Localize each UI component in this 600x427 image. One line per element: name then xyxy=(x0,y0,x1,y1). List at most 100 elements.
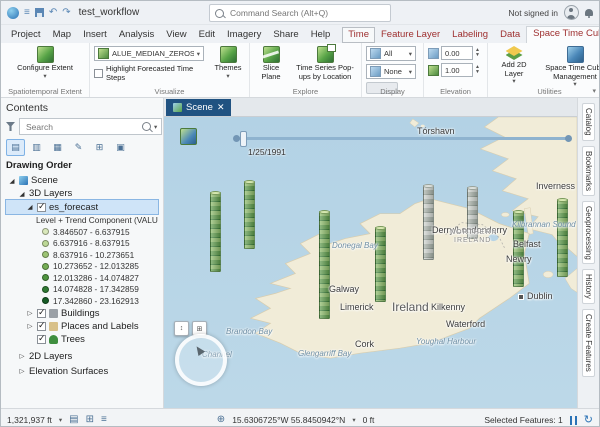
selected-features-count[interactable]: Selected Features: 1 xyxy=(484,415,562,425)
close-icon[interactable]: ✕ xyxy=(217,102,225,113)
expander-icon[interactable]: ◢ xyxy=(26,203,34,211)
variable-dropdown[interactable]: ALUE_MEDIAN_ZEROS ▾ xyxy=(94,46,204,61)
legend-item[interactable]: 6.637916 - 8.637915 xyxy=(6,238,158,250)
map-scale-value[interactable]: 1,321,937 ft xyxy=(7,415,52,425)
panel-tab-catalog[interactable]: Catalog xyxy=(582,103,595,141)
tab-space-time-cube[interactable]: Space Time Cube xyxy=(526,26,599,43)
tree-item-es-forecast[interactable]: ◢ es_forecast xyxy=(5,199,159,215)
spacetime-column[interactable] xyxy=(423,184,434,260)
menu-icon[interactable]: ≡ xyxy=(24,7,30,18)
highlight-forecast-checkbox-row[interactable]: Highlight Forecasted Time Steps xyxy=(94,64,204,82)
highlight-forecast-checkbox[interactable] xyxy=(94,68,103,78)
spacetime-column[interactable] xyxy=(319,210,330,319)
list-options-icon[interactable]: ▣ xyxy=(111,139,130,156)
pan-control-icon[interactable]: ↕ xyxy=(174,321,189,336)
elevation-offset-input[interactable]: 0.00 xyxy=(441,46,473,60)
pause-drawing-icon[interactable] xyxy=(569,415,577,425)
tree-item-3d-layers[interactable]: ◢ 3D Layers xyxy=(6,187,158,200)
list-by-editing-icon[interactable]: ✎ xyxy=(69,139,88,156)
tab-time[interactable]: Time xyxy=(342,27,375,43)
spacetime-column[interactable] xyxy=(513,210,524,287)
stepper-icon[interactable]: ▲ ▼ xyxy=(475,65,480,75)
display-all-dropdown[interactable]: All ▾ xyxy=(366,46,416,61)
tab-view[interactable]: View xyxy=(160,27,192,43)
configure-extent-button[interactable]: Configure Extent ▾ xyxy=(15,46,75,80)
expander-icon[interactable]: ◢ xyxy=(18,190,26,198)
buildings-checkbox[interactable] xyxy=(37,307,46,318)
legend-item[interactable]: 8.637916 - 10.273651 xyxy=(6,249,158,261)
tab-feature-layer[interactable]: Feature Layer xyxy=(375,27,446,43)
panel-tab-create-features[interactable]: Create Features xyxy=(582,309,595,378)
tree-item-trees[interactable]: Trees xyxy=(6,333,158,346)
command-search-input[interactable] xyxy=(228,7,385,19)
chevron-down-icon[interactable]: ▾ xyxy=(352,416,355,424)
add-2d-layer-button[interactable]: Add 2D Layer ▾ xyxy=(492,46,536,86)
spacetime-column[interactable] xyxy=(557,198,568,277)
tab-edit[interactable]: Edit xyxy=(193,27,221,43)
expander-icon[interactable]: ▷ xyxy=(18,367,26,375)
expander-icon[interactable]: ▷ xyxy=(26,322,34,330)
trees-checkbox[interactable] xyxy=(37,333,46,344)
account-icon[interactable] xyxy=(564,5,579,20)
elevation-exaggeration-input[interactable]: 1.00 xyxy=(441,63,473,77)
tree-item-places-and-labels[interactable]: ▷ Places and Labels xyxy=(6,320,158,333)
grid-status-icon[interactable]: ⊞ xyxy=(86,415,94,425)
list-status-icon[interactable]: ≡ xyxy=(101,415,107,425)
tree-item-elevation-surfaces[interactable]: ▷ Elevation Surfaces xyxy=(6,365,158,378)
tab-map[interactable]: Map xyxy=(47,27,77,43)
stepper-icon[interactable]: ▲ ▼ xyxy=(475,48,480,58)
chevron-down-icon[interactable]: ▾ xyxy=(59,416,62,424)
save-icon[interactable] xyxy=(34,8,44,17)
panel-tab-history[interactable]: History xyxy=(582,269,595,305)
signin-status[interactable]: Not signed in xyxy=(508,8,558,18)
tab-share[interactable]: Share xyxy=(267,27,304,43)
scene-view[interactable]: Tórshavn Inverness Derry/Londonderry Kilbra… xyxy=(164,117,577,408)
list-by-selection-icon[interactable]: ▦ xyxy=(48,139,67,156)
display-none-dropdown[interactable]: None ▾ xyxy=(366,64,416,79)
themes-button[interactable]: Themes ▾ xyxy=(208,46,248,80)
tab-imagery[interactable]: Imagery xyxy=(221,27,267,43)
es-forecast-checkbox[interactable] xyxy=(37,201,46,212)
notifications-icon[interactable] xyxy=(585,9,593,18)
undo-icon[interactable]: ↶ xyxy=(49,7,57,18)
legend-item[interactable]: 12.013286 - 14.074827 xyxy=(6,272,158,284)
tab-scene[interactable]: Scene ✕ xyxy=(166,99,232,116)
slice-plane-button[interactable]: Slice Plane xyxy=(254,46,288,81)
expander-icon[interactable]: ◢ xyxy=(8,177,16,185)
legend-item[interactable]: 17.342860 - 23.162913 xyxy=(6,295,158,307)
time-slider-track[interactable] xyxy=(233,135,572,142)
redo-icon[interactable]: ↷ xyxy=(62,7,70,18)
tree-item-scene[interactable]: ◢ Scene xyxy=(6,174,158,187)
tab-insert[interactable]: Insert xyxy=(77,27,113,43)
command-search[interactable] xyxy=(209,4,391,22)
contents-search[interactable]: ▾ xyxy=(19,118,163,135)
panel-tab-geoprocessing[interactable]: Geoprocessing xyxy=(582,200,595,265)
filter-icon[interactable] xyxy=(6,122,15,131)
spacetime-column[interactable] xyxy=(210,191,221,272)
panel-tab-bookmarks[interactable]: Bookmarks xyxy=(582,145,595,196)
places-checkbox[interactable] xyxy=(37,320,46,331)
tab-analysis[interactable]: Analysis xyxy=(113,27,160,43)
list-by-source-icon[interactable]: ▥ xyxy=(27,139,46,156)
spacetime-column[interactable] xyxy=(375,226,386,302)
legend-item[interactable]: 3.846507 - 6.637915 xyxy=(6,226,158,238)
time-series-popups-button[interactable]: Time Series Pop-ups by Location xyxy=(292,44,358,81)
refresh-icon[interactable]: ↻ xyxy=(584,414,593,426)
expander-icon[interactable]: ▷ xyxy=(26,309,34,317)
time-slider-handle[interactable] xyxy=(240,131,247,147)
tab-help[interactable]: Help xyxy=(305,27,337,43)
tab-data[interactable]: Data xyxy=(494,27,526,43)
cube-management-button[interactable]: Space Time Cube Management ▾ xyxy=(540,46,599,89)
time-slider-cube-icon[interactable] xyxy=(180,128,197,145)
tab-labeling[interactable]: Labeling xyxy=(446,27,494,43)
spacetime-column[interactable] xyxy=(467,186,478,239)
ribbon-collapse-icon[interactable]: ▾ xyxy=(592,87,596,95)
layers-status-icon[interactable]: ▤ xyxy=(69,415,78,425)
legend-item[interactable]: 10.273652 - 12.013285 xyxy=(6,261,158,273)
tree-item-2d-layers[interactable]: ▷ 2D Layers xyxy=(6,350,158,363)
tree-item-buildings[interactable]: ▷ Buildings xyxy=(6,307,158,320)
navigator-compass[interactable] xyxy=(175,334,227,386)
spacetime-column[interactable] xyxy=(244,180,255,249)
tab-project[interactable]: Project xyxy=(5,27,47,43)
list-by-snapping-icon[interactable]: ⊞ xyxy=(90,139,109,156)
